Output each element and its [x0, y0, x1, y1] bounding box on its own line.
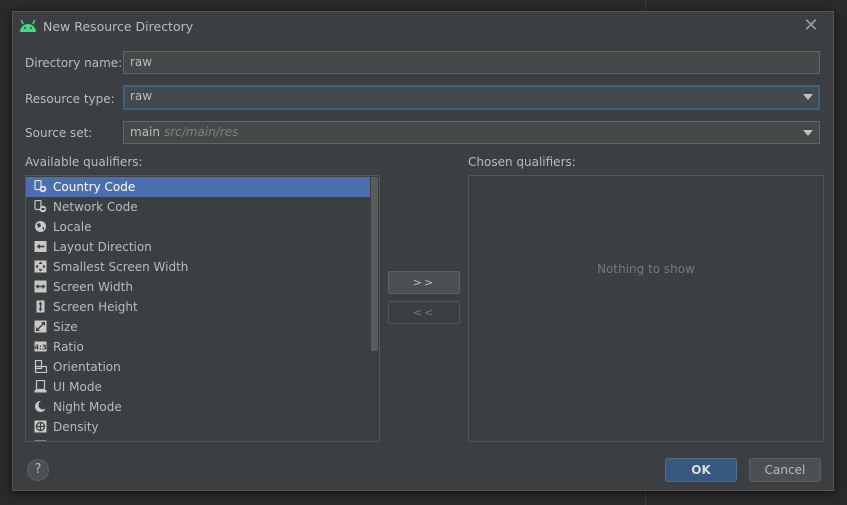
cancel-button[interactable]: Cancel — [749, 458, 821, 482]
qualifier-item-screen-width[interactable]: Screen Width — [26, 277, 370, 297]
chevron-down-icon — [803, 94, 813, 100]
directory-name-label: Directory name: — [25, 56, 123, 70]
list-scrollbar[interactable] — [371, 177, 378, 351]
globe-icon — [35, 221, 46, 232]
source-set-value: main — [130, 125, 160, 139]
touch-screen-icon — [34, 440, 47, 441]
chosen-qualifiers-label: Chosen qualifiers: — [468, 155, 576, 169]
resource-type-value: raw — [130, 89, 153, 103]
resource-type-label: Resource type: — [25, 92, 115, 106]
density-icon — [34, 420, 47, 433]
chosen-qualifiers-list[interactable]: Nothing to show — [468, 175, 824, 442]
screen-width-icon — [34, 280, 47, 293]
source-set-dropdown[interactable]: main src/main/res — [123, 121, 820, 144]
add-qualifier-button[interactable]: >> — [388, 271, 460, 294]
night-mode-icon — [35, 400, 47, 412]
source-set-path: src/main/res — [163, 125, 239, 139]
help-button[interactable]: ? — [27, 459, 49, 481]
qualifier-item-smallest-screen-width[interactable]: Smallest Screen Width — [26, 257, 370, 277]
qualifier-item-ui-mode[interactable]: UI Mode — [26, 377, 370, 397]
qualifier-item-layout-direction[interactable]: Layout Direction — [26, 237, 370, 257]
qualifier-item-locale[interactable]: Locale — [26, 217, 370, 237]
smallest-width-icon — [34, 260, 47, 273]
size-icon — [34, 320, 47, 333]
ratio-icon: 4:3 — [34, 341, 47, 352]
ui-mode-icon — [34, 380, 47, 393]
title-bar[interactable]: New Resource Directory ✕ — [13, 12, 833, 42]
remove-qualifier-button[interactable]: << — [388, 301, 460, 324]
empty-list-text: Nothing to show — [597, 262, 695, 276]
qualifier-item-night-mode[interactable]: Night Mode — [26, 397, 370, 417]
qualifier-item-country-code[interactable]: Country Code — [26, 177, 370, 197]
qualifier-item-ratio[interactable]: 4:3 Ratio — [26, 337, 370, 357]
android-icon — [20, 19, 36, 32]
orientation-icon — [34, 360, 47, 373]
close-icon[interactable]: ✕ — [801, 16, 821, 36]
source-set-label: Source set: — [25, 126, 93, 140]
qualifier-item-density[interactable]: Density — [26, 417, 370, 437]
new-resource-directory-dialog: New Resource Directory ✕ Directory name:… — [12, 11, 834, 491]
directory-name-input[interactable]: raw — [123, 51, 820, 74]
country-code-icon — [34, 180, 47, 193]
network-code-icon — [34, 200, 47, 213]
resource-type-dropdown[interactable]: raw — [123, 85, 820, 110]
qualifier-item-screen-height[interactable]: Screen Height — [26, 297, 370, 317]
dialog-title: New Resource Directory — [43, 19, 194, 34]
layout-direction-icon — [34, 241, 47, 252]
directory-name-value: raw — [130, 55, 153, 69]
qualifier-item-orientation[interactable]: Orientation — [26, 357, 370, 377]
qualifier-item-partial[interactable] — [26, 437, 370, 441]
ok-button[interactable]: OK — [665, 458, 737, 482]
chevron-down-icon — [803, 130, 813, 136]
screen-height-icon — [36, 300, 45, 313]
available-qualifiers-label: Available qualifiers: — [25, 155, 143, 169]
available-qualifiers-list[interactable]: Country Code Network Code Locale Layout … — [25, 175, 380, 442]
qualifier-item-network-code[interactable]: Network Code — [26, 197, 370, 217]
svg-text:4:3: 4:3 — [34, 344, 47, 352]
qualifier-item-size[interactable]: Size — [26, 317, 370, 337]
